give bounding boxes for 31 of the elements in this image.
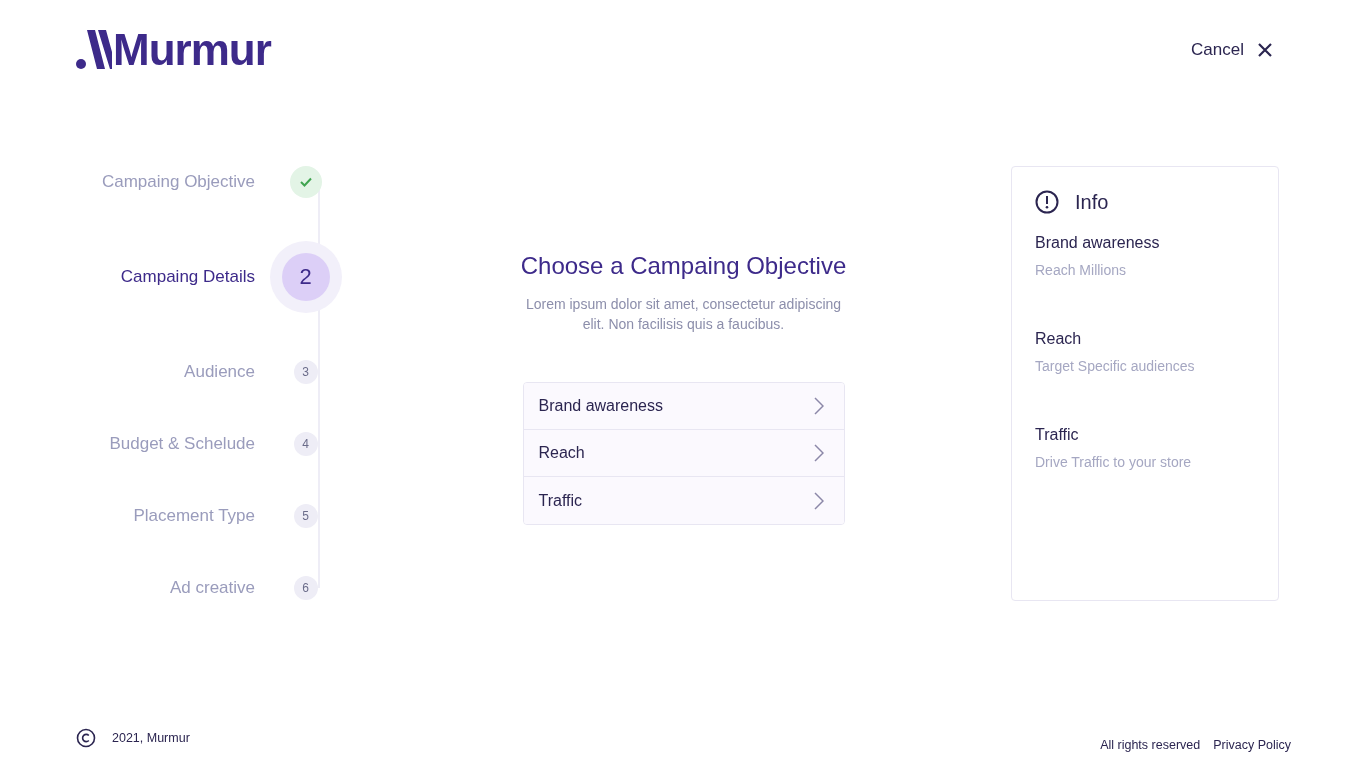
- chevron-right-icon: [813, 491, 824, 510]
- objective-option[interactable]: Traffic: [523, 477, 844, 524]
- step-number: 6: [293, 576, 318, 600]
- info-title: Info: [1075, 190, 1109, 214]
- info-item-title: Brand awareness: [1035, 234, 1161, 252]
- info-item-title: Reach: [1035, 330, 1083, 348]
- logo-text: Murmur: [113, 30, 271, 70]
- info-item-text: Reach Millions: [1035, 262, 1128, 278]
- info-item-title: Traffic: [1035, 426, 1080, 444]
- rights-text: All rights reserved: [1100, 738, 1201, 752]
- logo-mark-icon: [76, 30, 112, 70]
- objective-option[interactable]: Reach: [523, 430, 844, 477]
- info-item-text: Target Specific audiences: [1035, 358, 1196, 374]
- copyright-icon: [76, 728, 96, 748]
- close-icon: [1258, 43, 1272, 57]
- copyright-text: 2021, Murmur: [112, 731, 190, 745]
- current-step-indicator: 2: [269, 241, 342, 313]
- description-text: Lorem ipsum dolor sit amet, consectetur adipiscing elit. Non facilisis quis a faucibus.: [524, 295, 843, 334]
- info-icon: [1035, 190, 1059, 214]
- step-number: 3: [293, 360, 318, 384]
- step-completed-check-icon: [289, 166, 322, 198]
- step-number: 5: [293, 504, 318, 528]
- info-item-text: Drive Traffic to your store: [1035, 454, 1193, 470]
- objective-option[interactable]: Brand awareness: [523, 383, 844, 430]
- step-number: 4: [293, 432, 318, 456]
- privacy-policy-link[interactable]: Privacy Policy: [1213, 738, 1291, 752]
- chevron-right-icon: [813, 397, 824, 415]
- cancel-button[interactable]: Cancel: [1191, 40, 1272, 60]
- step-label[interactable]: Campaing Details: [76, 267, 255, 287]
- chevron-right-icon: [813, 444, 824, 462]
- page-heading: Choose a Campaing Objective: [520, 252, 847, 280]
